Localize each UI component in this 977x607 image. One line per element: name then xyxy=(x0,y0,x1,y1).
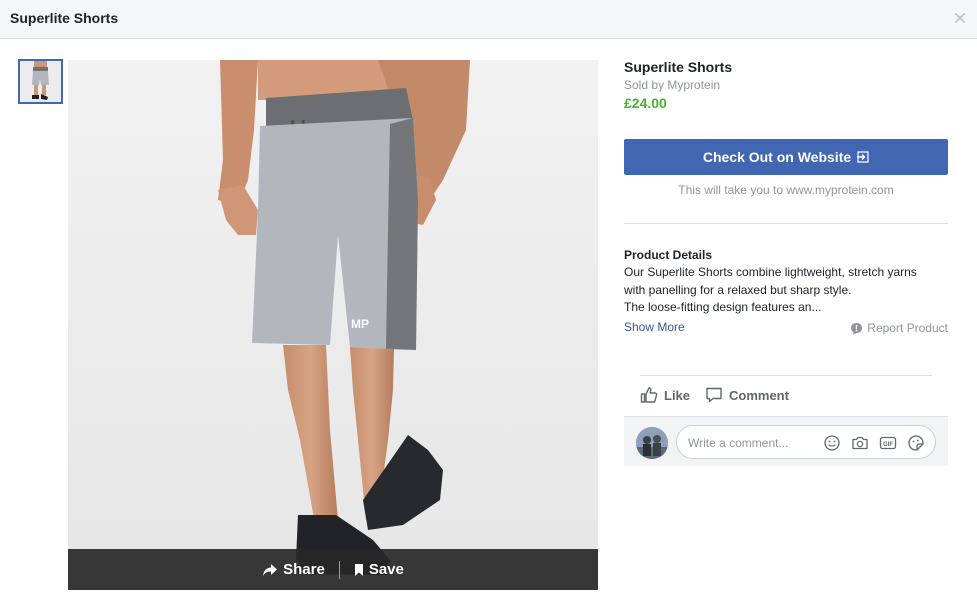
show-more-link[interactable]: Show More xyxy=(624,320,685,334)
comment-button[interactable]: Comment xyxy=(705,386,789,404)
description-line: The loose-fitting design features an... xyxy=(624,300,822,314)
share-button[interactable]: Share xyxy=(248,561,339,578)
external-link-icon xyxy=(857,151,869,163)
svg-text:GIF: GIF xyxy=(883,442,893,448)
thumbnail-image xyxy=(20,61,61,102)
checkout-note: This will take you to www.myprotein.com xyxy=(678,183,894,197)
avatar xyxy=(636,427,668,459)
comment-input-icons: GIF xyxy=(823,434,925,452)
section-divider xyxy=(624,223,948,224)
product-image: MP xyxy=(68,60,598,590)
dialog-header: Superlite Shorts xyxy=(0,0,977,39)
dialog-title: Superlite Shorts xyxy=(10,10,119,26)
share-arrow-icon xyxy=(263,563,278,576)
check-out-label: Check Out on Website xyxy=(702,149,852,165)
comment-input[interactable]: Write a comment... GIF xyxy=(676,425,936,459)
comment-placeholder: Write a comment... xyxy=(688,436,789,450)
like-label: Like xyxy=(664,387,691,403)
product-info: Superlite Shorts Sold by Myprotein £24.0… xyxy=(624,58,948,113)
seller-name: Sold by Myprotein xyxy=(624,78,721,92)
share-label: Share xyxy=(283,561,325,578)
description-line: with panelling for a relaxed but sharp s… xyxy=(624,282,852,297)
product-title: Superlite Shorts xyxy=(624,59,733,75)
camera-icon[interactable] xyxy=(851,434,869,452)
user-avatar-image xyxy=(636,427,668,459)
comment-composer: Write a comment... GIF xyxy=(624,416,948,466)
description-line: Our Superlite Shorts combine lightweight… xyxy=(624,265,917,279)
actions-divider xyxy=(640,375,932,376)
report-icon xyxy=(851,322,863,334)
thumbs-up-icon xyxy=(640,387,658,403)
sticker-icon[interactable] xyxy=(907,434,925,452)
check-out-button[interactable]: Check Out on Website xyxy=(624,139,948,175)
emoji-icon[interactable] xyxy=(823,434,841,452)
like-button[interactable]: Like xyxy=(640,386,690,404)
image-action-bar: Share Save xyxy=(68,549,598,590)
product-thumbnail[interactable] xyxy=(18,59,63,104)
gif-icon[interactable]: GIF xyxy=(879,434,897,452)
svg-text:MP: MP xyxy=(351,317,369,331)
close-icon[interactable] xyxy=(953,11,967,25)
product-description: Our Superlite Shorts combine lightweight… xyxy=(624,264,948,317)
save-button[interactable]: Save xyxy=(340,561,418,578)
save-label: Save xyxy=(368,561,404,578)
comment-icon xyxy=(706,387,722,403)
bookmark-icon xyxy=(354,563,363,576)
report-label: Report Product xyxy=(867,321,948,335)
product-price: £24.00 xyxy=(624,95,667,111)
comment-label: Comment xyxy=(729,387,789,403)
product-details-heading: Product Details xyxy=(624,248,713,262)
shorts-photo: MP xyxy=(68,60,598,590)
report-product-link[interactable]: Report Product xyxy=(850,321,948,335)
